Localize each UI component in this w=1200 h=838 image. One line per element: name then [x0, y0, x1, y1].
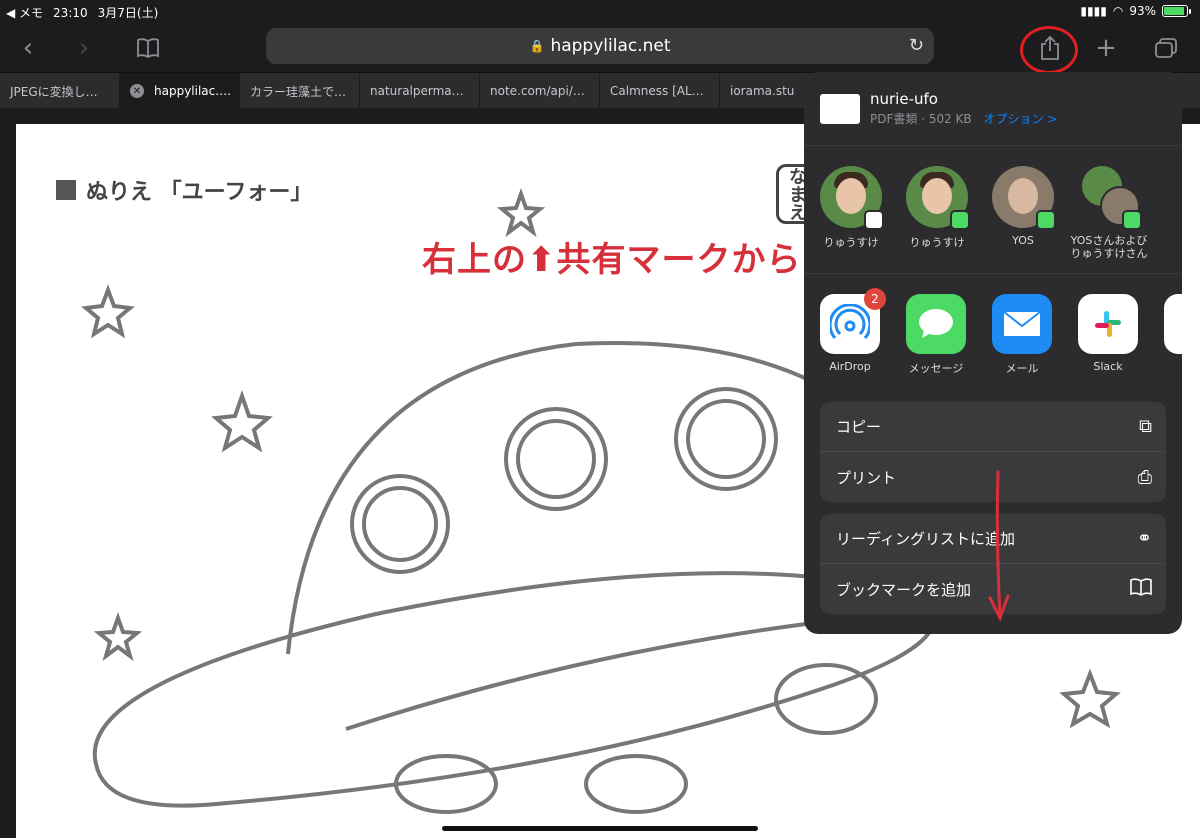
- ufo-window-2: [504, 407, 608, 511]
- status-bar: ◀ メモ 23:10 3月7日(土) ▮▮▮▮ ◠ 93%: [0, 0, 1200, 24]
- action-label: ブックマークを追加: [836, 580, 972, 599]
- ufo-foot-2: [584, 754, 688, 814]
- document-thumbnail: [820, 94, 860, 124]
- evernote-icon: ❦: [1164, 294, 1182, 354]
- status-time: 23:10: [53, 5, 88, 20]
- tab-label: note.com/api/…: [490, 84, 585, 98]
- tab-label: Calmness [AL…: [610, 84, 704, 98]
- app-label: Slack: [1093, 360, 1123, 373]
- tab-item[interactable]: note.com/api/…: [480, 73, 600, 109]
- app-label: メッセージ: [908, 362, 964, 375]
- app-badge: 2: [864, 288, 886, 310]
- address-bar[interactable]: 🔒 happylilac.net ↻: [266, 28, 934, 64]
- app-label: Ev: [1154, 360, 1182, 373]
- bookmarks-icon[interactable]: [132, 32, 164, 64]
- star-1: [81, 284, 135, 339]
- document-meta: PDF書類 · 502 KB オプション >: [870, 110, 1057, 127]
- battery-icon: [1162, 5, 1191, 17]
- people-row: りゅうすけ りゅうすけ YOS YOSさんおよび りゅうすけさん: [804, 146, 1182, 274]
- print-icon: ⎙: [1137, 466, 1152, 488]
- back-icon[interactable]: ‹: [12, 32, 44, 64]
- wifi-icon: ◠: [1112, 4, 1124, 18]
- action-label: コピー: [836, 418, 882, 436]
- document-title: nurie-ufo: [870, 90, 938, 108]
- app-label: AirDrop: [829, 360, 871, 373]
- browser-toolbar: ‹ › 🔒 happylilac.net ↻ +: [0, 24, 1200, 74]
- tab-label: JPEGに変換し…: [10, 84, 98, 99]
- page-title: ぬりえ 「ユーフォー」: [56, 174, 312, 206]
- avatar: [992, 166, 1056, 230]
- battery-percent: 93%: [1129, 4, 1156, 18]
- signal-icon: ▮▮▮▮: [1080, 4, 1107, 18]
- status-date: 3月7日(土): [97, 6, 159, 20]
- star-5: [1059, 668, 1121, 729]
- messages-icon: [906, 294, 966, 354]
- lock-icon: 🔒: [529, 39, 545, 53]
- star-3: [496, 188, 546, 238]
- app-messages[interactable]: メッセージ: [896, 294, 976, 376]
- slack-icon: [1078, 294, 1138, 354]
- tab-label: naturalperma…: [370, 84, 464, 98]
- tab-item[interactable]: JPEGに変換し…: [0, 73, 120, 109]
- tabs-icon[interactable]: [1150, 32, 1182, 64]
- home-indicator: [442, 826, 758, 831]
- tab-label: happylilac.…: [154, 84, 232, 98]
- book-icon: [1130, 577, 1152, 601]
- options-link[interactable]: オプション >: [983, 112, 1057, 126]
- app-row: 2 AirDrop メッセージ メール Slack ❦ Ev: [804, 274, 1182, 392]
- avatar: [820, 166, 884, 230]
- person-name: YOSさんおよび りゅうすけさん: [1070, 234, 1148, 260]
- back-to-app-link[interactable]: ◀ メモ: [6, 4, 43, 21]
- app-evernote[interactable]: ❦ Ev: [1154, 294, 1182, 373]
- person-suggestion[interactable]: りゅうすけ: [892, 166, 982, 250]
- person-name: りゅうすけ: [909, 236, 965, 249]
- action-label: プリント: [836, 468, 897, 487]
- document-meta-text: PDF書類 · 502 KB: [870, 112, 972, 126]
- tab-item-active[interactable]: ✕ happylilac.…: [120, 73, 240, 109]
- tab-item[interactable]: Calmness [AL…: [600, 73, 720, 109]
- messages-badge-icon: [1122, 210, 1142, 230]
- copy-icon: ⧉: [1139, 416, 1152, 437]
- app-airdrop[interactable]: 2 AirDrop: [810, 288, 890, 373]
- forward-icon[interactable]: ›: [68, 32, 100, 64]
- ufo-window-3: [674, 387, 778, 491]
- tab-item[interactable]: カラー珪藻土で…: [240, 73, 360, 109]
- handwritten-annotation: 右上の⬆︎共有マークから: [422, 240, 802, 280]
- messages-badge-icon: [950, 210, 970, 230]
- tab-label: カラー珪藻土で…: [250, 84, 347, 99]
- app-label: メール: [1005, 362, 1039, 375]
- share-sheet-header: nurie-ufo PDF書類 · 502 KB オプション >: [804, 72, 1182, 146]
- red-arrow-annotation: [988, 470, 1010, 622]
- person-name: YOS: [1012, 234, 1034, 247]
- share-highlight-circle: [1020, 26, 1078, 74]
- star-4: [93, 612, 143, 662]
- airdrop-icon: 2: [820, 288, 886, 354]
- group-avatar: [1078, 166, 1142, 230]
- star-2: [211, 389, 273, 453]
- person-name: りゅうすけ: [823, 236, 879, 249]
- close-tab-icon[interactable]: ✕: [130, 84, 144, 98]
- page-title-text: ぬりえ 「ユーフォー」: [86, 180, 313, 205]
- ufo-window-1: [350, 474, 450, 574]
- tab-label: iorama.stu: [730, 84, 795, 98]
- person-suggestion[interactable]: りゅうすけ: [806, 166, 896, 250]
- tab-item[interactable]: naturalperma…: [360, 73, 480, 109]
- app-slack[interactable]: Slack: [1068, 294, 1148, 373]
- person-suggestion[interactable]: YOS: [978, 166, 1068, 247]
- reload-icon[interactable]: ↻: [909, 35, 924, 56]
- address-text: happylilac.net: [550, 36, 671, 56]
- avatar: [906, 166, 970, 230]
- mail-icon: [992, 294, 1052, 354]
- title-square-icon: [56, 180, 76, 200]
- new-tab-icon[interactable]: +: [1090, 32, 1122, 64]
- glasses-icon: ⚭: [1136, 528, 1152, 549]
- app-mail[interactable]: メール: [982, 294, 1062, 376]
- messages-badge-icon: [1036, 210, 1056, 230]
- person-suggestion[interactable]: YOSさんおよび りゅうすけさん: [1064, 166, 1154, 260]
- airdrop-badge-icon: [864, 210, 884, 230]
- copy-action[interactable]: コピー ⧉: [820, 402, 1166, 452]
